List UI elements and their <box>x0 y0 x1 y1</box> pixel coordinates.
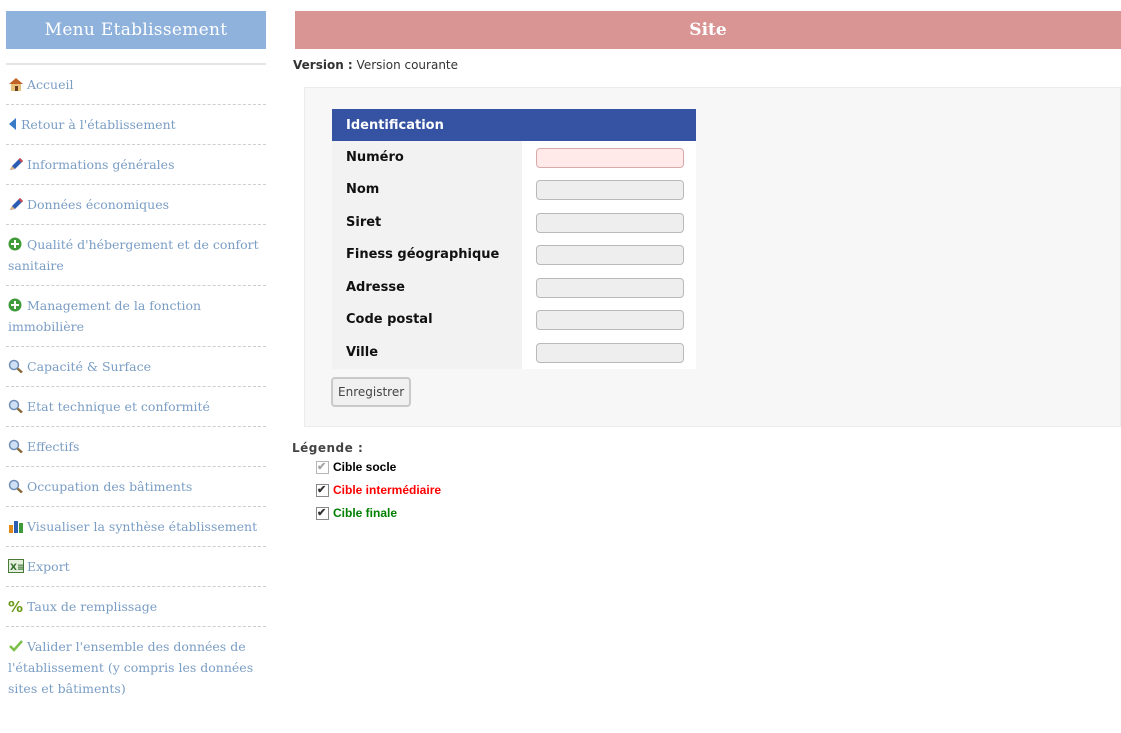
field-label-siret: Siret <box>332 206 522 239</box>
form-row: Adresse <box>332 271 696 304</box>
save-button[interactable]: Enregistrer <box>331 377 412 407</box>
sidebar-item-taux[interactable]: % Taux de remplissage <box>6 587 266 627</box>
form-row: Siret <box>332 206 696 239</box>
adresse-field[interactable] <box>536 277 684 298</box>
field-label-numero: Numéro <box>332 141 522 174</box>
sidebar-item-label: Capacité & Surface <box>27 359 152 374</box>
legend-title: Légende : <box>292 441 364 455</box>
form-row: Numéro <box>332 141 696 174</box>
svg-text:%: % <box>8 599 23 613</box>
sidebar-item-label: Données économiques <box>27 197 170 212</box>
sidebar-item-donnees-economiques[interactable]: Données économiques <box>6 185 266 225</box>
checkbox-icon <box>316 482 329 498</box>
sidebar-item-label: Visualiser la synthèse établissement <box>27 519 258 534</box>
legend-label: Cible finale <box>333 506 398 520</box>
field-label-nom: Nom <box>332 173 522 206</box>
code-postal-field[interactable] <box>536 310 684 331</box>
field-label-ville: Ville <box>332 336 522 369</box>
form-panel: Identification Numéro Nom Siret Finess g… <box>304 87 1121 427</box>
sidebar-item-valider[interactable]: Valider l'ensemble des données de l'étab… <box>6 627 266 708</box>
sidebar-item-label: Occupation des bâtiments <box>27 479 193 494</box>
field-label-code-postal: Code postal <box>332 303 522 336</box>
svg-text:X≡: X≡ <box>10 563 24 573</box>
form-section-title: Identification <box>332 109 696 141</box>
excel-icon: X≡ <box>8 558 24 573</box>
checkbox-icon <box>316 459 329 475</box>
numero-field[interactable] <box>536 147 684 168</box>
back-arrow-icon <box>8 116 18 130</box>
magnifier-icon <box>8 398 24 414</box>
legend-label: Cible intermédiaire <box>333 483 442 497</box>
sidebar-item-occupation[interactable]: Occupation des bâtiments <box>6 467 266 507</box>
sidebar-item-label: Accueil <box>27 77 74 92</box>
form-row: Code postal <box>332 303 696 336</box>
legend-label: Cible socle <box>333 460 397 474</box>
sidebar-item-informations[interactable]: Informations générales <box>6 145 266 185</box>
checkbox-icon <box>316 505 329 521</box>
bar-chart-icon <box>8 518 24 533</box>
sidebar-item-export[interactable]: X≡ Export <box>6 547 266 587</box>
sidebar-item-label: Effectifs <box>27 439 80 454</box>
sidebar-menu: Accueil Retour à l'établissement Informa… <box>6 65 266 708</box>
sidebar-item-synthese[interactable]: Visualiser la synthèse établissement <box>6 507 266 547</box>
page-title: Site <box>295 11 1121 49</box>
pencil-icon <box>8 196 24 210</box>
field-label-finess: Finess géographique <box>332 238 522 271</box>
magnifier-icon <box>8 478 24 494</box>
sidebar-item-label: Valider l'ensemble des données de l'étab… <box>8 639 254 696</box>
sidebar-item-label: Retour à l'établissement <box>21 117 176 132</box>
ville-field[interactable] <box>536 342 684 363</box>
sidebar-item-label: Informations générales <box>27 157 175 172</box>
legend: Légende : Cible socle Cible intermédiair… <box>292 441 441 528</box>
legend-items: Cible socle Cible intermédiaire Cible fi… <box>316 459 441 528</box>
version-line: Version : Version courante <box>293 58 458 72</box>
field-label-adresse: Adresse <box>332 271 522 304</box>
identification-form: Identification Numéro Nom Siret Finess g… <box>332 109 696 369</box>
sidebar-item-label: Qualité d'hébergement et de confort sani… <box>8 237 259 273</box>
nom-field[interactable] <box>536 180 684 201</box>
sidebar-item-label: Etat technique et conformité <box>27 399 210 414</box>
legend-item-socle: Cible socle <box>316 459 441 482</box>
form-row: Finess géographique <box>332 238 696 271</box>
sidebar-item-accueil[interactable]: Accueil <box>6 65 266 105</box>
sidebar-item-management[interactable]: Management de la fonction immobilière <box>6 286 266 347</box>
sidebar-item-label: Management de la fonction immobilière <box>8 298 202 334</box>
sidebar-item-capacite[interactable]: Capacité & Surface <box>6 347 266 387</box>
sidebar-title: Menu Etablissement <box>6 11 266 49</box>
sidebar-item-retour[interactable]: Retour à l'établissement <box>6 105 266 145</box>
legend-item-finale: Cible finale <box>316 505 441 528</box>
version-label: Version : <box>293 58 353 72</box>
plus-circle-icon <box>8 236 24 251</box>
magnifier-icon <box>8 358 24 374</box>
version-value: Version courante <box>356 58 459 72</box>
magnifier-icon <box>8 438 24 454</box>
siret-field[interactable] <box>536 212 684 233</box>
home-icon <box>8 76 24 91</box>
form-row: Nom <box>332 173 696 206</box>
form-row: Ville <box>332 336 696 369</box>
sidebar-item-qualite[interactable]: Qualité d'hébergement et de confort sani… <box>6 225 266 286</box>
legend-item-intermediaire: Cible intermédiaire <box>316 482 441 505</box>
percent-icon: % <box>8 598 24 616</box>
pencil-icon <box>8 156 24 170</box>
sidebar: Menu Etablissement Accueil Retour à l'ét… <box>6 11 266 708</box>
finess-field[interactable] <box>536 245 684 266</box>
plus-circle-icon <box>8 297 24 312</box>
sidebar-item-label: Export <box>27 559 70 574</box>
sidebar-item-etat-technique[interactable]: Etat technique et conformité <box>6 387 266 427</box>
sidebar-item-effectifs[interactable]: Effectifs <box>6 427 266 467</box>
checkmark-icon <box>8 638 24 652</box>
sidebar-item-label: Taux de remplissage <box>27 599 158 614</box>
